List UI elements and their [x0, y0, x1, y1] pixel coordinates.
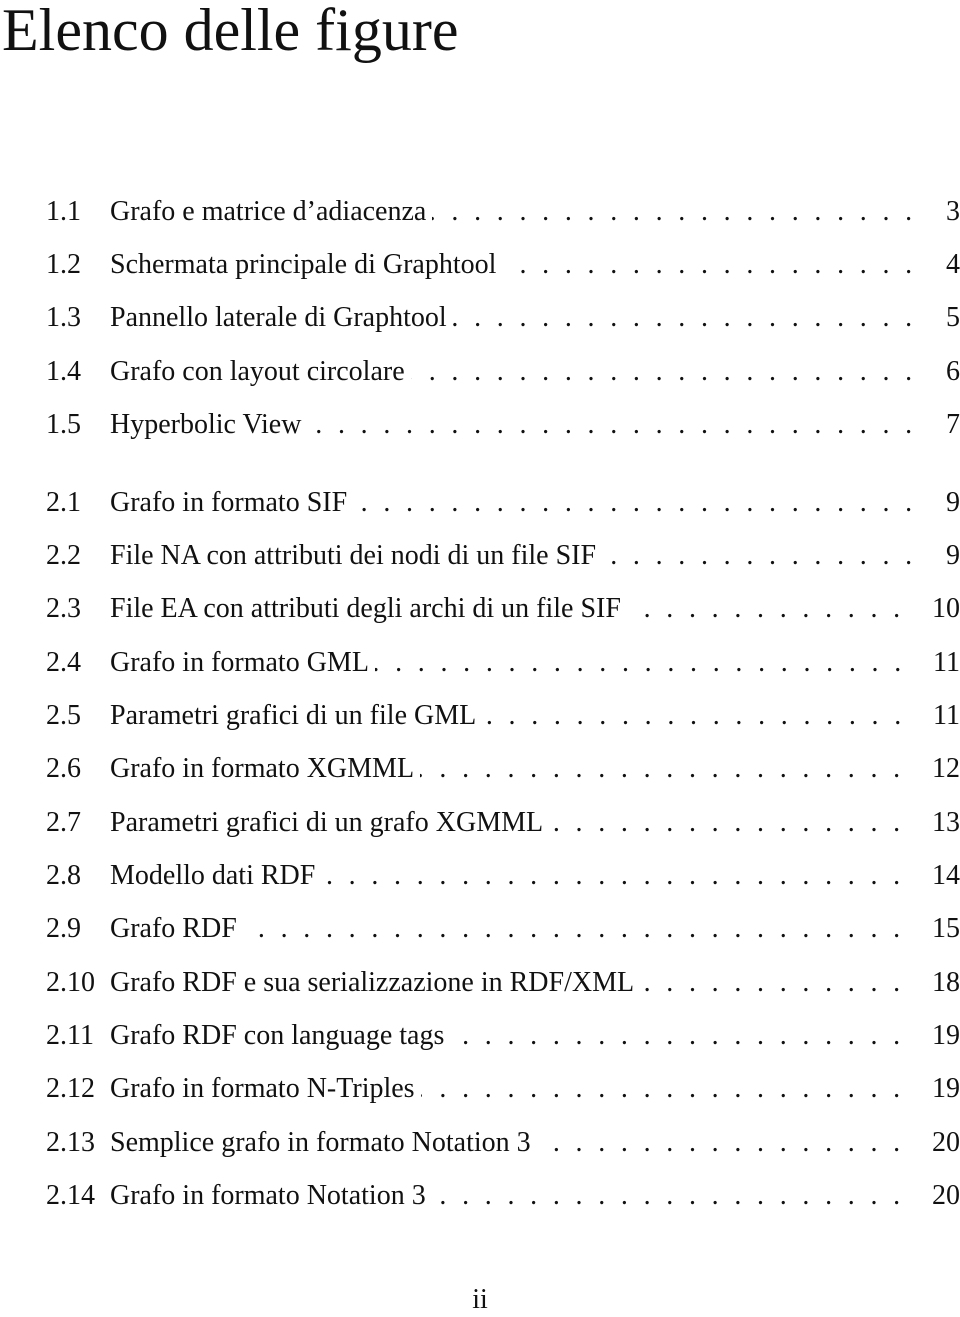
page-reference: 20: [932, 1180, 960, 1211]
page-reference: 15: [932, 913, 960, 944]
figure-number: 1.1: [46, 196, 81, 227]
list-of-figures: 1.1 Grafo e matrice d’adiacenza ........…: [0, 0, 960, 1260]
toc-entry[interactable]: 2.2 File NA con attributi dei nodi di un…: [46, 539, 960, 573]
dot-leader: ........................................: [315, 409, 913, 440]
toc-entry[interactable]: 2.11 Grafo RDF con language tags .......…: [46, 1019, 960, 1053]
toc-entry[interactable]: 2.8 Modello dati RDF ...................…: [46, 859, 960, 893]
toc-entry[interactable]: 1.3 Pannello laterale di Graphtool .....…: [46, 301, 960, 335]
dot-leader: ........................................: [643, 967, 901, 998]
figure-caption: Grafo in formato N-Triples: [110, 1073, 415, 1104]
page-number: ii: [472, 1284, 488, 1315]
figure-caption: Pannello laterale di Graphtool: [110, 302, 447, 333]
figure-caption: File EA con attributi degli archi di un …: [110, 593, 621, 624]
dot-leader: ........................................: [610, 540, 913, 571]
figure-caption: Grafo RDF e sua serializzazione in RDF/X…: [110, 967, 635, 998]
figure-caption: Grafo RDF con language tags: [110, 1020, 445, 1051]
toc-entry[interactable]: 2.13 Semplice grafo in formato Notation …: [46, 1126, 960, 1160]
figure-caption: Modello dati RDF: [110, 860, 316, 891]
page-reference: 3: [946, 196, 960, 227]
dot-leader: ........................................: [421, 1073, 901, 1104]
page-reference: 4: [946, 249, 960, 280]
page-reference: 10: [932, 593, 960, 624]
figure-number: 2.10: [46, 967, 95, 998]
toc-entry[interactable]: 2.4 Grafo in formato GML ...............…: [46, 646, 960, 680]
page-reference: 19: [932, 1073, 960, 1104]
page-reference: 13: [932, 807, 960, 838]
toc-entry[interactable]: 1.2 Schermata principale di Graphtool ..…: [46, 248, 960, 282]
figure-number: 2.14: [46, 1180, 95, 1211]
toc-entry[interactable]: 2.1 Grafo in formato SIF ...............…: [46, 486, 960, 520]
figure-caption: Grafo in formato SIF: [110, 487, 348, 518]
dot-leader: ........................................: [257, 913, 901, 944]
toc-entry[interactable]: 2.14 Grafo in formato Notation 3 .......…: [46, 1179, 960, 1213]
toc-entry[interactable]: 2.5 Parametri grafici di un file GML ...…: [46, 699, 960, 733]
page-reference: 7: [946, 409, 960, 440]
figure-caption: Hyperbolic View: [110, 409, 302, 440]
figure-caption: File NA con attributi dei nodi di un fil…: [110, 540, 597, 571]
figure-caption: Grafo in formato GML: [110, 647, 369, 678]
figure-caption: Semplice grafo in formato Notation 3: [110, 1127, 531, 1158]
dot-leader: ........................................: [411, 356, 913, 387]
figure-number: 2.11: [46, 1020, 94, 1051]
page-reference: 11: [933, 647, 960, 678]
page-reference: 20: [932, 1127, 960, 1158]
toc-entry[interactable]: 2.10 Grafo RDF e sua serializzazione in …: [46, 966, 960, 1000]
figure-number: 2.5: [46, 700, 81, 731]
dot-leader: ........................................: [453, 302, 913, 333]
dot-leader: ........................................: [627, 593, 901, 624]
figure-caption: Grafo in formato XGMML: [110, 753, 415, 784]
page-reference: 19: [932, 1020, 960, 1051]
dot-leader: ........................................: [552, 807, 901, 838]
dot-leader: ........................................: [420, 753, 901, 784]
figure-caption: Grafo e matrice d’adiacenza: [110, 196, 427, 227]
figure-number: 2.13: [46, 1127, 95, 1158]
figure-caption: Grafo in formato Notation 3: [110, 1180, 426, 1211]
dot-leader: ........................................: [485, 700, 902, 731]
dot-leader: ........................................: [360, 487, 913, 518]
figure-caption: Schermata principale di Graphtool: [110, 249, 497, 280]
figure-number: 1.3: [46, 302, 81, 333]
toc-entry[interactable]: 2.3 File EA con attributi degli archi di…: [46, 592, 960, 626]
figure-caption: Parametri grafici di un file GML: [110, 700, 477, 731]
figure-caption: Parametri grafici di un grafo XGMML: [110, 807, 544, 838]
figure-number: 2.4: [46, 647, 81, 678]
figure-number: 2.1: [46, 487, 81, 518]
page-reference: 9: [946, 540, 960, 571]
dot-leader: ........................................: [537, 1127, 901, 1158]
figure-number: 2.12: [46, 1073, 95, 1104]
dot-leader: ........................................: [462, 1020, 901, 1051]
page-reference: 14: [932, 860, 960, 891]
figure-number: 2.3: [46, 593, 81, 624]
toc-entry[interactable]: 2.6 Grafo in formato XGMML .............…: [46, 752, 960, 786]
toc-entry[interactable]: 2.12 Grafo in formato N-Triples ........…: [46, 1072, 960, 1106]
figure-caption: Grafo RDF: [110, 913, 237, 944]
dot-leader: ........................................: [432, 196, 913, 227]
figure-caption: Grafo con layout circolare: [110, 356, 405, 387]
figure-number: 1.4: [46, 356, 81, 387]
toc-entry[interactable]: 1.1 Grafo e matrice d’adiacenza ........…: [46, 195, 960, 229]
figure-number: 1.2: [46, 249, 81, 280]
toc-entry[interactable]: 1.5 Hyperbolic View ....................…: [46, 408, 960, 442]
dot-leader: ........................................: [325, 860, 901, 891]
page-reference: 12: [932, 753, 960, 784]
page-reference: 9: [946, 487, 960, 518]
figure-number: 2.8: [46, 860, 81, 891]
page-reference: 11: [933, 700, 960, 731]
figure-number: 2.2: [46, 540, 81, 571]
figure-number: 2.9: [46, 913, 81, 944]
dot-leader: ........................................: [439, 1180, 901, 1211]
toc-entry[interactable]: 2.7 Parametri grafici di un grafo XGMML …: [46, 806, 960, 840]
dot-leader: ........................................: [502, 249, 913, 280]
dot-leader: ........................................: [375, 647, 902, 678]
page-reference: 5: [946, 302, 960, 333]
page-reference: 18: [932, 967, 960, 998]
page-reference: 6: [946, 356, 960, 387]
toc-entry[interactable]: 2.9 Grafo RDF ..........................…: [46, 912, 960, 946]
figure-number: 1.5: [46, 409, 81, 440]
toc-entry[interactable]: 1.4 Grafo con layout circolare .........…: [46, 355, 960, 389]
figure-number: 2.6: [46, 753, 81, 784]
figure-number: 2.7: [46, 807, 81, 838]
